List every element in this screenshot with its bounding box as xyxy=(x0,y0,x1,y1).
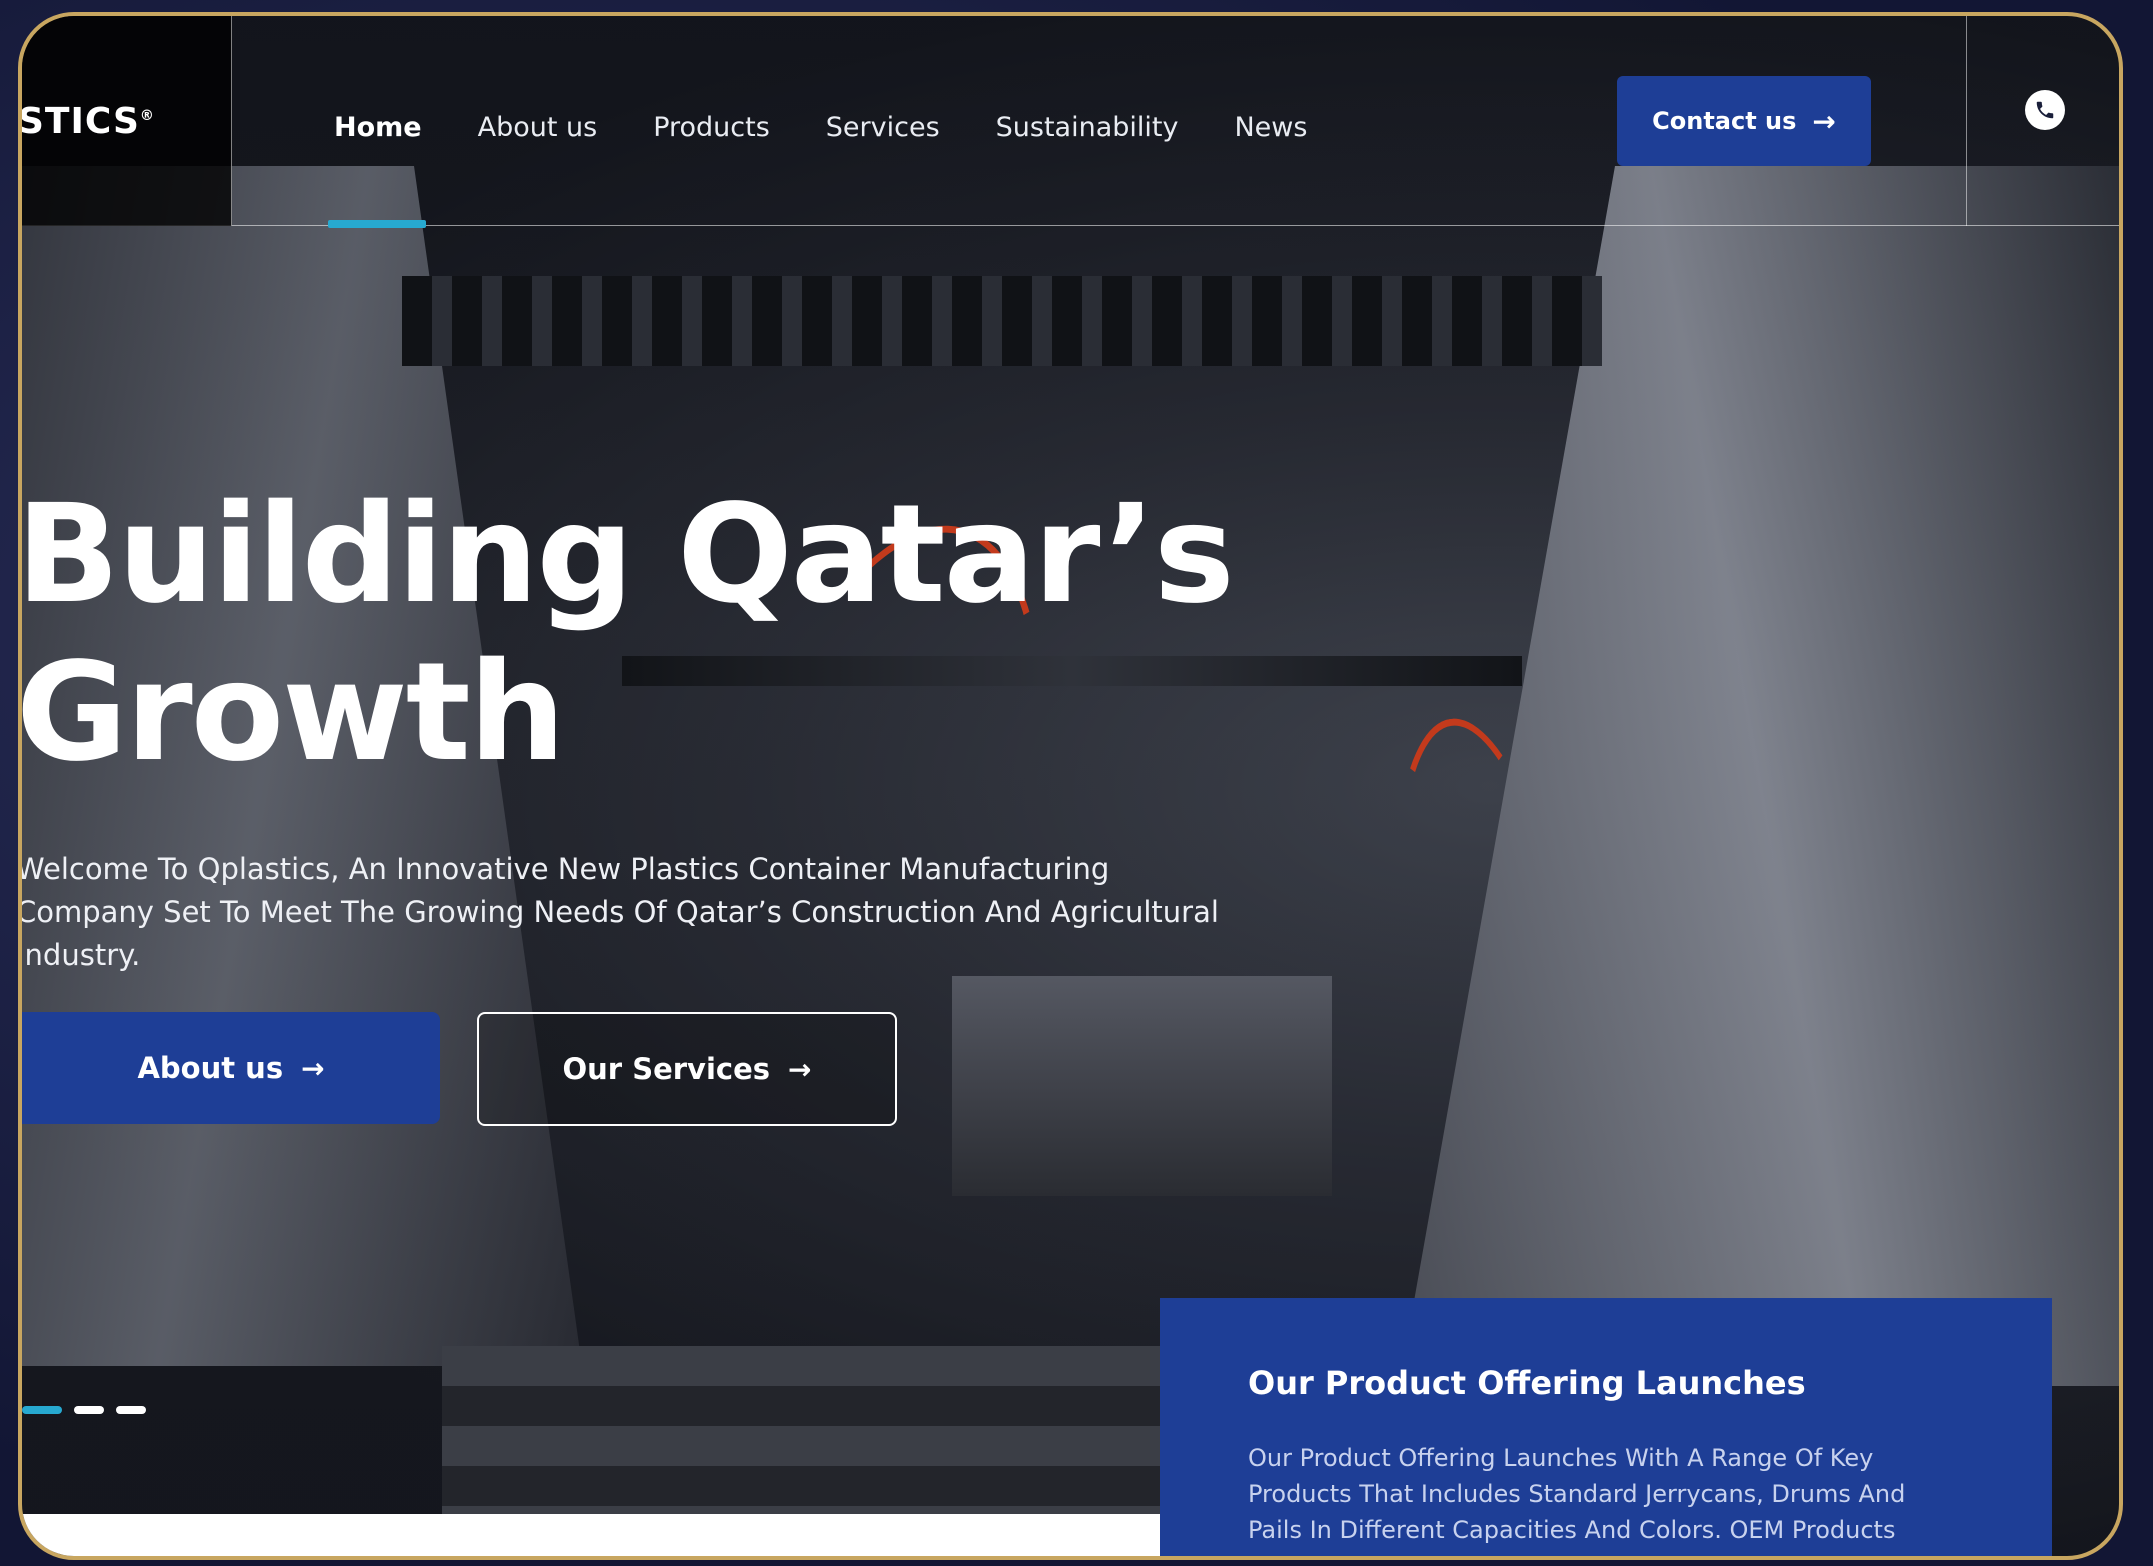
arrow-right-icon: → xyxy=(788,1052,812,1086)
nav-item-sustainability[interactable]: Sustainability xyxy=(996,112,1179,143)
main-nav: Home About us Products Services Sustaina… xyxy=(334,112,1363,143)
logo[interactable]: STICS® xyxy=(22,101,155,142)
nav-active-indicator xyxy=(328,220,426,228)
about-us-button[interactable]: About us → xyxy=(22,1012,440,1124)
slider-dot-1[interactable] xyxy=(22,1406,62,1414)
offer-text: Our Product Offering Launches With A Ran… xyxy=(1248,1444,1906,1544)
product-offering-card: Our Product Offering Launches Our Produc… xyxy=(1160,1298,2052,1556)
phone-icon[interactable] xyxy=(2025,90,2065,130)
arrow-right-icon: → xyxy=(301,1051,325,1085)
slider-dot-2[interactable] xyxy=(74,1406,104,1414)
phone-icon-glyph xyxy=(2036,101,2054,119)
hero-title-line-1: Building Qatar’s xyxy=(18,476,1235,634)
our-services-button[interactable]: Our Services → xyxy=(477,1012,897,1126)
hero-page: STICS® Home About us Products Services S… xyxy=(18,12,2123,1560)
device-frame: STICS® Home About us Products Services S… xyxy=(0,0,2153,1566)
hero-title-line-2: Growth xyxy=(18,634,566,792)
logo-cell[interactable]: STICS® xyxy=(22,16,232,226)
our-services-button-label: Our Services xyxy=(562,1052,771,1086)
next-section-edge xyxy=(22,1514,1162,1556)
nav-item-about[interactable]: About us xyxy=(478,112,598,143)
machine-top-rail xyxy=(402,276,1602,366)
machine-core-block xyxy=(952,976,1332,1196)
slider-dots xyxy=(22,1406,146,1414)
contact-button[interactable]: Contact us → xyxy=(1617,76,1871,166)
offer-title: Our Product Offering Launches xyxy=(1248,1364,1806,1402)
contact-button-label: Contact us xyxy=(1652,107,1797,135)
nav-item-products[interactable]: Products xyxy=(653,112,770,143)
phone-cell xyxy=(1966,16,2119,226)
hero-title: Building Qatar’s Growth xyxy=(18,476,1235,792)
nav-item-home[interactable]: Home xyxy=(334,112,422,143)
hero-description: Welcome To Qplastics, An Innovative New … xyxy=(18,852,1219,972)
nav-item-services[interactable]: Services xyxy=(826,112,940,143)
nav-item-news[interactable]: News xyxy=(1234,112,1307,143)
about-us-button-label: About us xyxy=(137,1051,284,1085)
slider-dot-3[interactable] xyxy=(116,1406,146,1414)
site-header: STICS® Home About us Products Services S… xyxy=(22,16,2119,228)
arrow-right-icon: → xyxy=(1812,104,1836,138)
